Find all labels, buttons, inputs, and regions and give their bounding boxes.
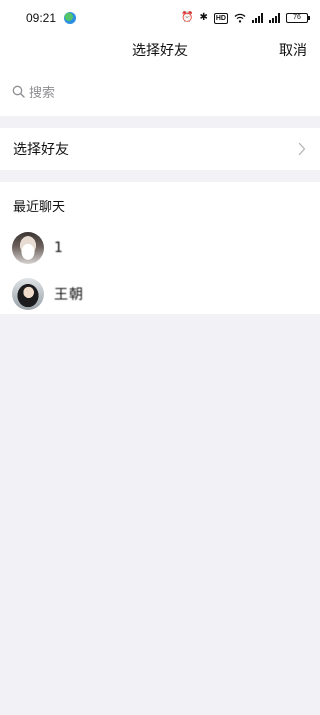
screen: 09:21 ⏰ ✱ HD 76 选择好友 取消 搜索 选择好友 最近聊天 1 王… — [0, 0, 320, 715]
recent-chats-title: 最近聊天 — [13, 200, 66, 215]
search-input[interactable]: 搜索 — [12, 80, 55, 102]
status-bar: 09:21 ⏰ ✱ HD 76 — [0, 0, 320, 36]
select-friends-label: 选择好友 — [13, 142, 69, 158]
chevron-right-icon — [298, 142, 306, 156]
recent-chats-section: 最近聊天 1 王朝 — [0, 182, 320, 314]
avatar — [12, 232, 44, 264]
battery-icon: 76 — [286, 13, 310, 23]
select-friends-row[interactable]: 选择好友 — [0, 128, 320, 170]
contact-item[interactable]: 王朝 — [0, 274, 320, 314]
page-title: 选择好友 — [132, 43, 188, 59]
contact-name: 王朝 — [54, 287, 84, 303]
contact-item[interactable]: 1 — [0, 228, 320, 268]
status-time: 09:21 — [26, 11, 57, 25]
signal-icon — [252, 13, 263, 23]
bluetooth-icon: ✱ — [199, 12, 208, 23]
signal-icon — [269, 13, 280, 23]
avatar — [12, 278, 44, 310]
hd-icon: HD — [213, 12, 228, 24]
search-placeholder: 搜索 — [29, 85, 56, 101]
contact-name: 1 — [54, 240, 64, 256]
alarm-icon: ⏰ — [181, 12, 194, 23]
app-icon — [64, 12, 77, 24]
nav-header: 选择好友 取消 — [0, 36, 320, 64]
search-section: 搜索 — [0, 64, 320, 116]
search-icon — [12, 85, 25, 98]
status-icons: ⏰ ✱ HD 76 — [181, 12, 310, 24]
cancel-button[interactable]: 取消 — [279, 40, 307, 60]
wifi-icon — [234, 13, 246, 23]
